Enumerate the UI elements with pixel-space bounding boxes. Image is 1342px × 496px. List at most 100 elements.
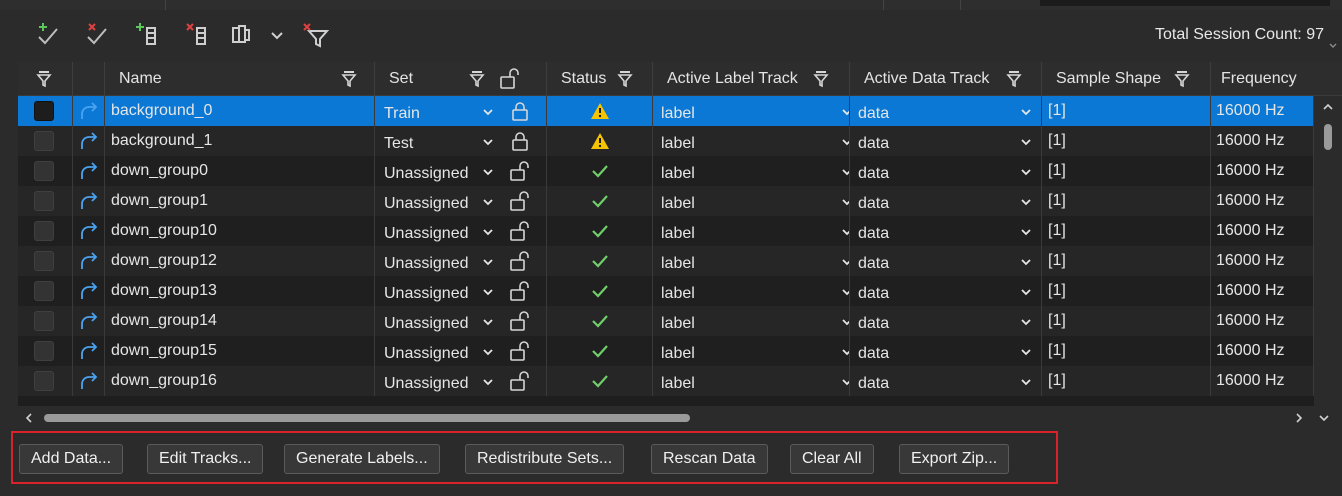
set-value[interactable]: Train: [384, 105, 420, 123]
row-checkbox[interactable]: [34, 251, 54, 271]
lock-closed-icon[interactable]: [509, 100, 531, 122]
set-cell[interactable]: Unassigned: [375, 246, 547, 276]
data-track-cell[interactable]: data: [850, 156, 1042, 186]
label-track-value[interactable]: label: [661, 165, 695, 183]
link-arrow-icon[interactable]: [78, 370, 100, 392]
chevron-down-icon[interactable]: [482, 315, 494, 327]
link-arrow-icon[interactable]: [78, 280, 100, 302]
row-checkbox[interactable]: [34, 341, 54, 361]
lock-open-icon[interactable]: [509, 310, 531, 332]
data-track-cell[interactable]: data: [850, 306, 1042, 336]
link-arrow-icon[interactable]: [78, 100, 100, 122]
scroll-up-icon[interactable]: [1322, 102, 1334, 112]
chevron-down-icon[interactable]: [482, 225, 494, 237]
label-track-cell[interactable]: label: [653, 96, 850, 126]
set-cell[interactable]: Unassigned: [375, 306, 547, 336]
data-track-value[interactable]: data: [858, 315, 889, 333]
label-track-cell[interactable]: label: [653, 186, 850, 216]
vertical-scroll-thumb[interactable]: [1324, 124, 1332, 150]
label-track-value[interactable]: label: [661, 255, 695, 273]
label-track-value[interactable]: label: [661, 135, 695, 153]
add-check-icon[interactable]: [33, 20, 63, 50]
column-header-shape[interactable]: Sample Shape: [1042, 62, 1211, 96]
label-track-value[interactable]: label: [661, 225, 695, 243]
chevron-down-icon[interactable]: [841, 345, 849, 357]
data-track-value[interactable]: data: [858, 225, 889, 243]
set-cell[interactable]: Unassigned: [375, 336, 547, 366]
chevron-down-icon[interactable]: [1020, 105, 1032, 117]
link-arrow-icon[interactable]: [78, 160, 100, 182]
chevron-down-icon[interactable]: [262, 20, 292, 50]
table-row[interactable]: down_group13 Unassigned label data [1] 16000 …: [18, 276, 1314, 306]
clear-all-button[interactable]: Clear All: [790, 444, 874, 474]
data-track-cell[interactable]: data: [850, 186, 1042, 216]
data-track-value[interactable]: data: [858, 165, 889, 183]
data-track-cell[interactable]: data: [850, 126, 1042, 156]
chevron-down-icon[interactable]: [482, 105, 494, 117]
horizontal-scrollbar[interactable]: [18, 406, 1342, 430]
set-value[interactable]: Test: [384, 135, 413, 153]
table-row[interactable]: down_group12 Unassigned label data [1] 16000 …: [18, 246, 1314, 276]
clear-filter-icon[interactable]: [300, 20, 330, 50]
remove-column-icon[interactable]: [182, 20, 212, 50]
row-checkbox[interactable]: [34, 281, 54, 301]
data-track-value[interactable]: data: [858, 135, 889, 153]
chevron-down-icon[interactable]: [1020, 135, 1032, 147]
label-track-cell[interactable]: label: [653, 156, 850, 186]
redistribute-sets-button[interactable]: Redistribute Sets...: [465, 444, 625, 474]
table-row[interactable]: down_group16 Unassigned label data [1] 16000 …: [18, 366, 1314, 396]
label-track-value[interactable]: label: [661, 315, 695, 333]
label-track-value[interactable]: label: [661, 105, 695, 123]
link-arrow-icon[interactable]: [78, 190, 100, 212]
label-track-cell[interactable]: label: [653, 126, 850, 156]
column-settings-icon[interactable]: [226, 20, 256, 50]
link-arrow-icon[interactable]: [78, 310, 100, 332]
table-row[interactable]: background_1 Test label data [1] 16000 Hz: [18, 126, 1314, 156]
row-checkbox[interactable]: [34, 131, 54, 151]
data-track-value[interactable]: data: [858, 345, 889, 363]
vertical-scrollbar[interactable]: [1314, 96, 1342, 406]
export-zip-button[interactable]: Export Zip...: [899, 444, 1010, 474]
set-cell[interactable]: Unassigned: [375, 276, 547, 306]
data-track-value[interactable]: data: [858, 255, 889, 273]
row-checkbox[interactable]: [34, 311, 54, 331]
table-row[interactable]: down_group14 Unassigned label data [1] 16000 …: [18, 306, 1314, 336]
row-checkbox[interactable]: [34, 101, 54, 121]
set-cell[interactable]: Unassigned: [375, 366, 547, 396]
chevron-down-icon[interactable]: [482, 345, 494, 357]
data-track-value[interactable]: data: [858, 285, 889, 303]
lock-open-icon[interactable]: [509, 190, 531, 212]
filter-icon[interactable]: [617, 70, 633, 88]
label-track-cell[interactable]: label: [653, 306, 850, 336]
chevron-down-icon[interactable]: [841, 315, 849, 327]
chevron-down-icon[interactable]: [841, 255, 849, 267]
chevron-down-icon[interactable]: [482, 285, 494, 297]
chevron-down-icon[interactable]: [1020, 345, 1032, 357]
table-row[interactable]: background_0 Train label data [1] 16000 Hz: [18, 96, 1314, 126]
chevron-down-icon[interactable]: [482, 255, 494, 267]
label-track-cell[interactable]: label: [653, 276, 850, 306]
lock-open-icon[interactable]: [499, 67, 521, 91]
edit-tracks-button[interactable]: Edit Tracks...: [147, 444, 264, 474]
lock-open-icon[interactable]: [509, 280, 531, 302]
table-row[interactable]: down_group10 Unassigned label data [1] 16000 …: [18, 216, 1314, 246]
chevron-down-icon[interactable]: [482, 375, 494, 387]
table-row[interactable]: down_group1 Unassigned label data [1] 16000 H…: [18, 186, 1314, 216]
chevron-down-icon[interactable]: [1020, 375, 1032, 387]
set-cell[interactable]: Train: [375, 96, 547, 126]
chevron-down-icon[interactable]: [1020, 255, 1032, 267]
row-checkbox[interactable]: [34, 191, 54, 211]
data-track-value[interactable]: data: [858, 195, 889, 213]
set-value[interactable]: Unassigned: [384, 345, 469, 363]
remove-check-icon[interactable]: [82, 20, 112, 50]
filter-icon[interactable]: [813, 70, 829, 88]
filter-icon[interactable]: [36, 70, 52, 88]
chevron-down-icon[interactable]: [1020, 225, 1032, 237]
set-cell[interactable]: Unassigned: [375, 186, 547, 216]
chevron-down-icon[interactable]: [1328, 40, 1338, 50]
table-row[interactable]: down_group0 Unassigned label data [1] 16000 H…: [18, 156, 1314, 186]
filter-icon[interactable]: [1006, 70, 1022, 88]
column-header-data-track[interactable]: Active Data Track: [850, 62, 1042, 96]
row-checkbox[interactable]: [34, 371, 54, 391]
rescan-data-button[interactable]: Rescan Data: [651, 444, 768, 474]
